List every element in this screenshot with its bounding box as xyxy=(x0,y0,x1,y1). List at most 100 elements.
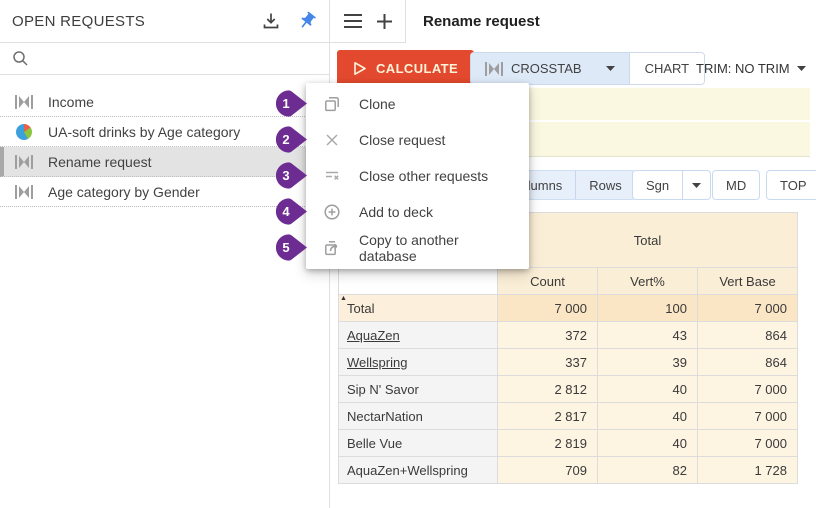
table-row: Sip N' Savor2 812407 000 xyxy=(339,376,798,403)
crosstab-icon xyxy=(14,153,34,171)
row-label[interactable]: AquaZen+Wellspring xyxy=(339,457,498,484)
pin-icon[interactable] xyxy=(297,11,317,31)
top-button[interactable]: TOP xyxy=(766,170,816,200)
sgn-dropdown-arrow[interactable] xyxy=(682,171,710,199)
menu-item[interactable]: Close request xyxy=(306,122,529,158)
pie-chart-icon xyxy=(14,123,34,141)
row-label[interactable]: AquaZen xyxy=(339,322,498,349)
value-cell: 7 000 xyxy=(698,403,798,430)
step-badge-4: 4 xyxy=(276,198,307,225)
value-cell: 7 000 xyxy=(698,295,798,322)
table-row: Belle Vue2 819407 000 xyxy=(339,430,798,457)
value-cell: 2 819 xyxy=(498,430,598,457)
table-row: Wellspring33739864 xyxy=(339,349,798,376)
chevron-down-icon[interactable] xyxy=(606,66,615,71)
column-header-vert-pct[interactable]: Vert% xyxy=(598,268,698,295)
rows-label: Rows xyxy=(589,178,622,193)
value-cell: 7 000 xyxy=(698,430,798,457)
open-requests-header: OPEN REQUESTS xyxy=(0,0,329,43)
top-label: TOP xyxy=(780,178,807,193)
value-cell: 43 xyxy=(598,322,698,349)
menu-hamburger-icon[interactable] xyxy=(344,14,362,28)
close-icon xyxy=(322,130,342,150)
row-label[interactable]: Belle Vue xyxy=(339,430,498,457)
column-header-count[interactable]: Count xyxy=(498,268,598,295)
value-cell: 7 000 xyxy=(498,295,598,322)
copy-to-database-icon xyxy=(322,238,342,258)
view-toggle: CROSSTAB CHART xyxy=(470,52,705,85)
value-cell: 2 812 xyxy=(498,376,598,403)
table-row: AquaZen+Wellspring709821 728 xyxy=(339,457,798,484)
value-cell: 864 xyxy=(698,322,798,349)
table-row: AquaZen37243864 xyxy=(339,322,798,349)
step-badge-3: 3 xyxy=(276,162,307,189)
row-label[interactable]: ▲Total xyxy=(339,295,498,322)
close-others-icon xyxy=(322,166,342,186)
value-cell: 337 xyxy=(498,349,598,376)
value-cell: 864 xyxy=(698,349,798,376)
search-icon xyxy=(12,50,29,67)
row-label[interactable]: Sip N' Savor xyxy=(339,376,498,403)
step-badge-2: 2 xyxy=(276,126,307,153)
row-label[interactable]: Wellspring xyxy=(339,349,498,376)
sgn-split-button: Sgn xyxy=(632,170,711,200)
menu-item[interactable]: Clone xyxy=(306,86,529,122)
step-badge-1: 1 xyxy=(276,90,307,117)
crosstab-icon xyxy=(14,93,34,111)
trim-label: TRIM: NO TRIM xyxy=(696,61,790,76)
menu-item-label: Close request xyxy=(359,132,445,148)
menu-item[interactable]: Close other requests xyxy=(306,158,529,194)
search-input[interactable] xyxy=(0,43,329,75)
chevron-down-icon xyxy=(797,66,806,71)
value-cell: 82 xyxy=(598,457,698,484)
trim-dropdown[interactable]: TRIM: NO TRIM xyxy=(696,52,806,85)
md-button[interactable]: MD xyxy=(712,170,760,200)
request-item-label: Rename request xyxy=(48,154,152,170)
rows-button[interactable]: Rows xyxy=(576,171,635,199)
column-group-header[interactable]: Total xyxy=(498,213,798,268)
app-window: OPEN REQUESTS Income UA-soft d xyxy=(0,0,816,508)
request-item-label: Income xyxy=(48,94,94,110)
column-header-vert-base[interactable]: Vert Base xyxy=(698,268,798,295)
clone-icon xyxy=(322,94,342,114)
calculate-label: CALCULATE xyxy=(376,61,458,76)
menu-item[interactable]: Copy to another database xyxy=(306,230,529,266)
value-cell: 709 xyxy=(498,457,598,484)
table-row: NectarNation2 817407 000 xyxy=(339,403,798,430)
chart-view-button[interactable]: CHART xyxy=(630,53,705,84)
table-row: ▲Total7 0001007 000 xyxy=(339,295,798,322)
new-request-icon[interactable] xyxy=(377,14,392,29)
menu-item-label: Clone xyxy=(359,96,396,112)
crosstab-icon xyxy=(14,183,34,201)
crosstab-view-button[interactable]: CROSSTAB xyxy=(471,53,630,84)
menu-item-label: Add to deck xyxy=(359,204,433,220)
page-title: Rename request xyxy=(423,13,540,30)
request-item-label: UA-soft drinks by Age category xyxy=(48,124,240,140)
value-cell: 100 xyxy=(598,295,698,322)
md-label: MD xyxy=(726,178,746,193)
value-cell: 372 xyxy=(498,322,598,349)
crosstab-label: CROSSTAB xyxy=(511,61,582,76)
value-cell: 40 xyxy=(598,376,698,403)
row-label[interactable]: NectarNation xyxy=(339,403,498,430)
sgn-button[interactable]: Sgn xyxy=(633,178,682,193)
request-context-menu: Clone Close request Close other requests… xyxy=(306,83,529,269)
add-circle-icon xyxy=(322,202,342,222)
menu-item-label: Copy to another database xyxy=(359,232,513,264)
value-cell: 1 728 xyxy=(698,457,798,484)
step-badge-5: 5 xyxy=(276,234,307,261)
play-icon xyxy=(353,61,367,76)
download-icon[interactable] xyxy=(261,11,281,31)
value-cell: 40 xyxy=(598,430,698,457)
sort-indicator-icon: ▲ xyxy=(340,295,347,302)
calculate-button[interactable]: CALCULATE xyxy=(337,50,474,86)
chart-label: CHART xyxy=(645,61,690,76)
menu-item-label: Close other requests xyxy=(359,168,488,184)
value-cell: 39 xyxy=(598,349,698,376)
value-cell: 2 817 xyxy=(498,403,598,430)
panel-title: OPEN REQUESTS xyxy=(12,13,245,30)
request-tabs-box xyxy=(330,0,406,43)
request-item-label: Age category by Gender xyxy=(48,184,200,200)
value-cell: 7 000 xyxy=(698,376,798,403)
menu-item[interactable]: Add to deck xyxy=(306,194,529,230)
